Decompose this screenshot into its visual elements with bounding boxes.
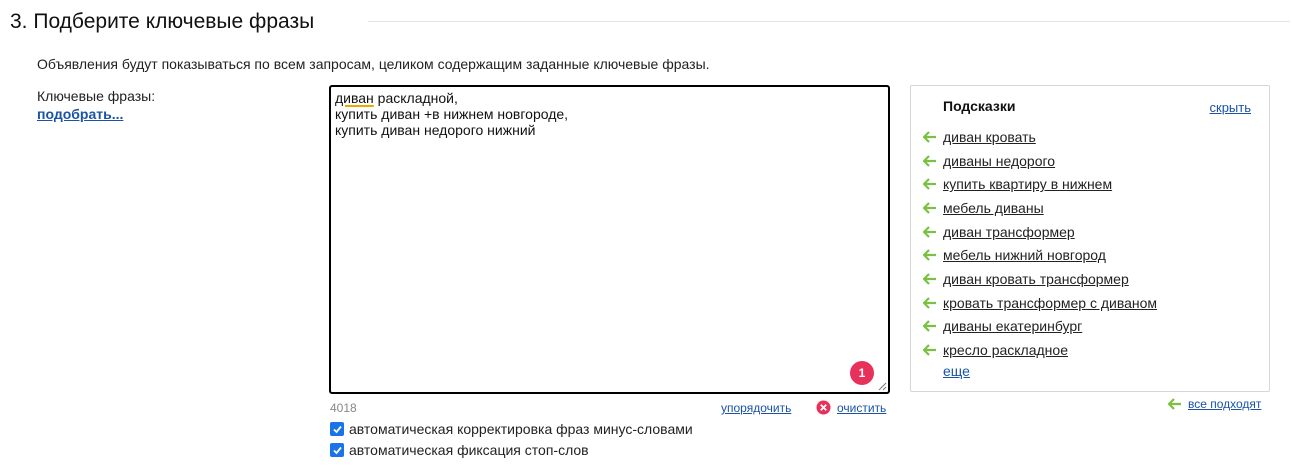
- arrow-left-icon[interactable]: [923, 225, 937, 238]
- option-stop-words[interactable]: автоматическая фиксация стоп-слов: [330, 442, 589, 458]
- hint-link[interactable]: мебель диваны: [943, 200, 1044, 216]
- arrow-left-icon[interactable]: [923, 344, 937, 356]
- hints-panel: Подсказки скрыть диван кровать диваны не…: [910, 85, 1270, 392]
- arrow-left-icon[interactable]: [923, 202, 937, 214]
- keyword-line: диван раскладной,: [335, 90, 884, 106]
- arrow-left-icon[interactable]: [923, 249, 937, 262]
- keyword-line: купить диван +в нижнем новгороде,: [335, 106, 569, 122]
- hint-link[interactable]: диваны недорого: [943, 153, 1055, 169]
- hint-item[interactable]: купить квартиру в нижнем: [923, 172, 1157, 196]
- hints-title: Подсказки: [943, 98, 1016, 114]
- hint-item[interactable]: диван трансформер: [923, 220, 1157, 244]
- hint-item[interactable]: мебель нижний новгород: [923, 243, 1157, 267]
- misspelled-word: диван: [335, 90, 374, 106]
- sort-link[interactable]: упорядочить: [721, 401, 791, 415]
- hint-item[interactable]: диван кровать: [923, 125, 1157, 149]
- keyword-line-text: раскладной,: [373, 90, 458, 106]
- hint-list: диван кровать диваны недорого купить ква…: [923, 125, 1157, 362]
- hint-link[interactable]: диван кровать трансформер: [943, 271, 1129, 287]
- resize-grip-icon[interactable]: [878, 382, 887, 391]
- hint-link[interactable]: диван кровать: [943, 129, 1036, 145]
- clear-icon[interactable]: [816, 400, 831, 415]
- hint-link[interactable]: диван трансформер: [943, 224, 1075, 240]
- clear-link[interactable]: очистить: [837, 401, 886, 415]
- keywords-label: Ключевые фразы:: [37, 88, 156, 104]
- option-label: автоматическая корректировка фраз минус-…: [349, 421, 693, 437]
- all-fit-action[interactable]: все подходят: [1168, 397, 1261, 411]
- hint-link[interactable]: кресло раскладное: [943, 342, 1068, 358]
- arrow-left-icon[interactable]: [923, 273, 937, 285]
- keyword-line: купить диван недорого нижний: [335, 122, 536, 138]
- section-description: Объявления будут показываться по всем за…: [37, 56, 710, 72]
- section-title: 3. Подберите ключевые фразы: [10, 10, 315, 33]
- hint-link[interactable]: мебель нижний новгород: [943, 247, 1106, 263]
- all-fit-link[interactable]: все подходят: [1188, 397, 1261, 411]
- checkbox-checked-icon[interactable]: [330, 422, 344, 436]
- arrow-left-icon[interactable]: [923, 296, 937, 309]
- arrow-left-icon[interactable]: [923, 131, 937, 143]
- char-counter: 4018: [330, 401, 357, 415]
- hint-item[interactable]: кровать трансформер с диваном: [923, 291, 1157, 315]
- hint-link[interactable]: диваны екатеринбург: [943, 318, 1082, 334]
- hint-link[interactable]: кровать трансформер с диваном: [943, 295, 1157, 311]
- pick-keywords-link[interactable]: подобрать...: [37, 106, 123, 122]
- keywords-textarea[interactable]: диван раскладной, купить диван +в нижнем…: [329, 85, 890, 394]
- hint-item[interactable]: диваны екатеринбург: [923, 315, 1157, 339]
- arrow-left-icon[interactable]: [1168, 398, 1182, 410]
- more-hints-link[interactable]: еще: [943, 363, 970, 379]
- notification-badge[interactable]: 1: [850, 361, 874, 385]
- arrow-left-icon[interactable]: [923, 154, 937, 167]
- hint-item[interactable]: диваны недорого: [923, 149, 1157, 173]
- hint-item[interactable]: кресло раскладное: [923, 338, 1157, 362]
- arrow-left-icon[interactable]: [923, 178, 937, 190]
- option-label: автоматическая фиксация стоп-слов: [349, 442, 589, 458]
- arrow-left-icon[interactable]: [923, 320, 937, 333]
- option-minus-words[interactable]: автоматическая корректировка фраз минус-…: [330, 421, 693, 437]
- title-divider: [368, 21, 1290, 22]
- keywords-text[interactable]: диван раскладной, купить диван +в нижнем…: [331, 87, 888, 141]
- checkbox-checked-icon[interactable]: [330, 443, 344, 457]
- hide-hints-link[interactable]: скрыть: [1210, 100, 1252, 116]
- hint-item[interactable]: мебель диваны: [923, 196, 1157, 220]
- hint-item[interactable]: диван кровать трансформер: [923, 267, 1157, 291]
- hint-link[interactable]: купить квартиру в нижнем: [943, 176, 1112, 192]
